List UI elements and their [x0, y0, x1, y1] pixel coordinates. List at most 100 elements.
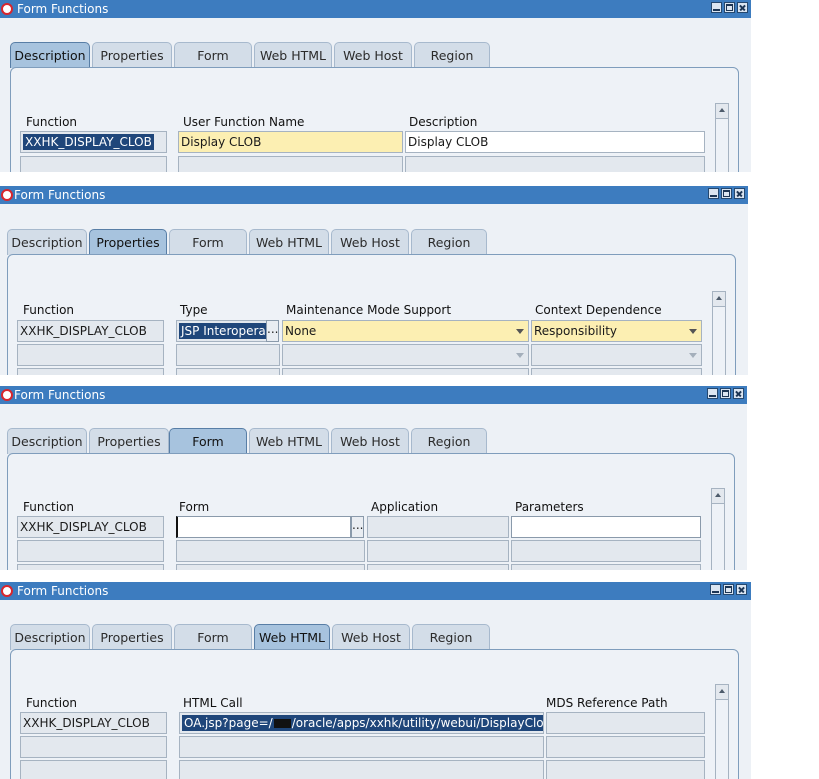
function-value: XXHK_DISPLAY_CLOB — [23, 134, 154, 150]
application-field[interactable] — [367, 516, 509, 538]
tab-form[interactable]: Form — [174, 624, 252, 650]
tab-properties[interactable]: Properties — [89, 428, 169, 454]
mds-reference-path-field[interactable] — [546, 712, 705, 734]
application-field-row-2[interactable] — [367, 540, 509, 562]
tab-region[interactable]: Region — [412, 624, 490, 650]
function-field[interactable]: XXHK_DISPLAY_CLOB — [17, 516, 164, 538]
description-field[interactable]: Display CLOB — [405, 131, 705, 153]
function-field-row-2[interactable] — [17, 540, 164, 562]
type-field-row-2[interactable] — [176, 344, 280, 366]
vertical-scrollbar[interactable] — [712, 291, 726, 375]
minimize-icon[interactable] — [711, 2, 722, 13]
type-field-row-3[interactable] — [176, 368, 280, 375]
oracle-logo-icon — [1, 189, 13, 201]
user-function-name-field[interactable]: Display CLOB — [178, 131, 403, 153]
user-function-name-field-row-2[interactable] — [178, 156, 403, 172]
tab-properties[interactable]: Properties — [89, 229, 167, 255]
function-field-row-2[interactable] — [20, 156, 167, 172]
close-icon[interactable] — [737, 2, 748, 13]
function-field-row-3[interactable] — [17, 564, 164, 570]
function-field[interactable]: XXHK_DISPLAY_CLOB — [20, 131, 167, 153]
minimize-icon[interactable] — [708, 188, 719, 199]
tab-form[interactable]: Form — [174, 42, 252, 68]
tab-form[interactable]: Form — [169, 428, 247, 454]
function-field-row-2[interactable] — [17, 344, 164, 366]
tab-properties[interactable]: Properties — [92, 624, 172, 650]
parameters-field[interactable] — [511, 516, 701, 538]
maximize-icon[interactable] — [723, 584, 734, 595]
tab-web-host[interactable]: Web Host — [331, 428, 409, 454]
tab-web-html[interactable]: Web HTML — [249, 428, 329, 454]
tab-web-html[interactable]: Web HTML — [254, 624, 330, 650]
close-icon[interactable] — [736, 584, 747, 595]
chevron-down-icon[interactable] — [516, 329, 524, 334]
function-field-row-2[interactable] — [20, 736, 167, 758]
vertical-scrollbar[interactable] — [715, 684, 729, 779]
maximize-icon[interactable] — [721, 188, 732, 199]
form-field-row-2[interactable] — [176, 540, 365, 562]
function-field-row-3[interactable] — [17, 368, 164, 375]
description-field-row-2[interactable] — [405, 156, 705, 172]
parameters-field-row-2[interactable] — [511, 540, 701, 562]
chevron-down-icon[interactable] — [689, 353, 697, 358]
type-value: JSP Interoperal — [179, 323, 267, 339]
tab-region[interactable]: Region — [411, 229, 487, 255]
form-lov-button[interactable]: ... — [351, 516, 364, 538]
description-column-label: Description — [409, 115, 478, 129]
tab-web-host[interactable]: Web Host — [332, 624, 410, 650]
title-bar: Form Functions — [0, 0, 751, 18]
type-lov-button[interactable]: ... — [266, 320, 279, 342]
type-field[interactable]: JSP Interoperal — [176, 320, 268, 342]
function-column-label: Function — [23, 500, 75, 514]
html-call-field-row-3[interactable] — [179, 760, 544, 779]
vertical-scrollbar[interactable] — [715, 103, 729, 172]
tab-web-html[interactable]: Web HTML — [249, 229, 329, 255]
maintenance-mode-support-select-row-2[interactable] — [282, 344, 529, 366]
context-dependence-select-row-3[interactable] — [531, 368, 702, 375]
maximize-icon[interactable] — [720, 388, 731, 399]
html-call-field-row-2[interactable] — [179, 736, 544, 758]
scroll-up-icon[interactable] — [712, 489, 724, 504]
mds-reference-path-field-row-2[interactable] — [546, 736, 705, 758]
tab-web-host[interactable]: Web Host — [334, 42, 412, 68]
chevron-down-icon[interactable] — [689, 329, 697, 334]
oracle-logo-icon — [1, 3, 13, 15]
maximize-icon[interactable] — [724, 2, 735, 13]
maintenance-mode-support-select-row-3[interactable] — [282, 368, 529, 375]
tab-description[interactable]: Description — [10, 42, 90, 68]
maintenance-mode-support-select[interactable]: None — [282, 320, 529, 342]
vertical-scrollbar[interactable] — [711, 488, 725, 570]
parameters-field-row-3[interactable] — [511, 564, 701, 570]
context-dependence-select-row-2[interactable] — [531, 344, 702, 366]
minimize-icon[interactable] — [710, 584, 721, 595]
minimize-icon[interactable] — [707, 388, 718, 399]
tab-properties[interactable]: Properties — [92, 42, 172, 68]
mds-reference-path-column-label: MDS Reference Path — [546, 696, 668, 710]
mds-reference-path-field-row-3[interactable] — [546, 760, 705, 779]
tab-region[interactable]: Region — [414, 42, 490, 68]
scroll-up-icon[interactable] — [716, 104, 728, 119]
tab-description[interactable]: Description — [7, 229, 87, 255]
tab-description[interactable]: Description — [7, 428, 87, 454]
tab-web-host[interactable]: Web Host — [331, 229, 409, 255]
scroll-up-icon[interactable] — [716, 685, 728, 700]
scroll-up-icon[interactable] — [713, 292, 725, 307]
close-icon[interactable] — [734, 188, 745, 199]
html-call-field[interactable]: OA.jsp?page=/ /oracle/apps/xxhk/utility/w… — [179, 712, 544, 734]
function-field[interactable]: XXHK_DISPLAY_CLOB — [20, 712, 167, 734]
close-icon[interactable] — [733, 388, 744, 399]
tab-region[interactable]: Region — [411, 428, 487, 454]
form-functions-window-description: Form Functions Description Properties Fo… — [0, 0, 751, 172]
chevron-down-icon[interactable] — [516, 353, 524, 358]
context-dependence-select[interactable]: Responsibility — [531, 320, 702, 342]
function-field-row-3[interactable] — [20, 760, 167, 779]
form-field[interactable] — [176, 516, 351, 538]
tab-form[interactable]: Form — [169, 229, 247, 255]
application-field-row-3[interactable] — [367, 564, 509, 570]
tab-description[interactable]: Description — [10, 624, 90, 650]
form-functions-window-form: Form Functions Description Properties Fo… — [0, 386, 747, 570]
tab-web-html[interactable]: Web HTML — [254, 42, 332, 68]
function-column-label: Function — [26, 115, 78, 129]
function-field[interactable]: XXHK_DISPLAY_CLOB — [17, 320, 164, 342]
form-field-row-3[interactable] — [176, 564, 365, 570]
